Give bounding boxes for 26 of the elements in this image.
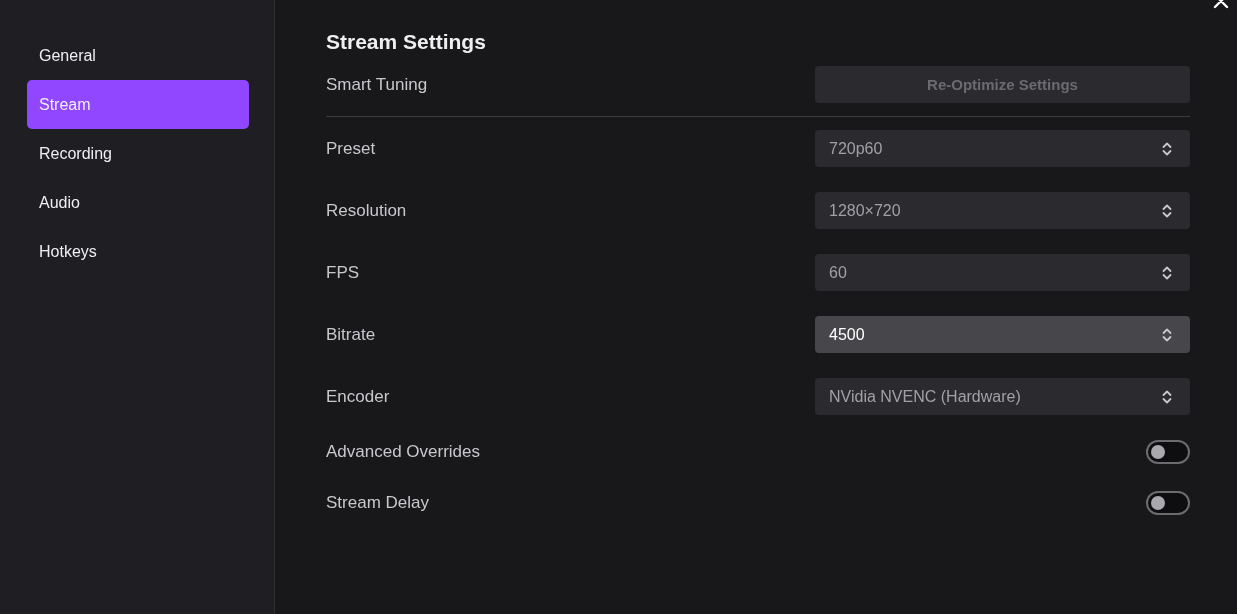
setting-label: Stream Delay	[326, 493, 429, 513]
setting-label: Smart Tuning	[326, 74, 428, 95]
select-field[interactable]: 720p60	[815, 130, 1190, 167]
sidebar-item[interactable]: Hotkeys	[27, 227, 249, 276]
sidebar-item[interactable]: Audio	[27, 178, 249, 227]
setting-label: FPS	[326, 262, 360, 283]
select-field[interactable]: 4500	[815, 316, 1190, 353]
toggle-switch[interactable]	[1146, 440, 1190, 464]
setting-label: Preset	[326, 138, 376, 159]
select-field[interactable]: 60	[815, 254, 1190, 291]
setting-label: Resolution	[326, 200, 407, 221]
page-title: Stream Settings	[326, 30, 486, 54]
toggle-switch[interactable]	[1146, 491, 1190, 515]
sidebar-item[interactable]: General	[27, 31, 249, 80]
setting-label: Bitrate	[326, 324, 376, 345]
sidebar-item[interactable]: Stream	[27, 80, 249, 129]
chevron-updown-icon	[1162, 202, 1172, 219]
chevron-updown-icon	[1162, 264, 1172, 281]
chevron-updown-icon	[1162, 140, 1172, 157]
setting-label: Advanced Overrides	[326, 442, 481, 462]
chevron-updown-icon	[1162, 326, 1172, 343]
select-field[interactable]: 1280×720	[815, 192, 1190, 229]
setting-label: Encoder	[326, 386, 390, 407]
select-field[interactable]: NVidia NVENC (Hardware)	[815, 378, 1190, 415]
sidebar-item[interactable]: Recording	[27, 129, 249, 178]
chevron-updown-icon	[1162, 388, 1172, 405]
